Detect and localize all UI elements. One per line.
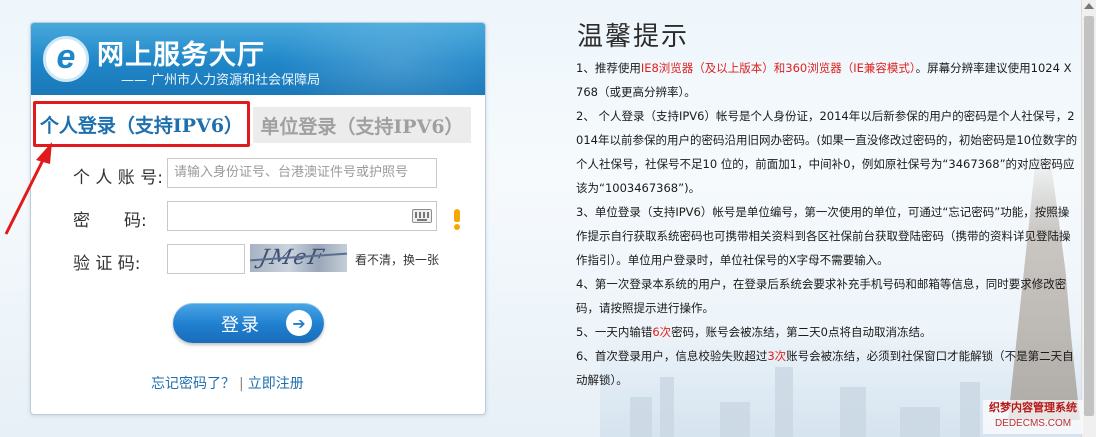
captcha-image[interactable]: JMeF [250, 244, 347, 272]
tips-list: 1、推荐使用IE8浏览器（及以上版本）和360浏览器（IE兼容模式）。屏幕分辨率… [576, 56, 1080, 392]
password-label: 密 码: [73, 211, 147, 231]
login-card: e 网上服务大厅 —— 广州市人力资源和社会保障局 个人登录（支持IPV6） 单… [30, 22, 486, 415]
tips-title: 温馨提示 [577, 22, 690, 52]
tip-item: 3、单位登录（支持IPV6）帐号是单位编号，第一次使用的单位，可通过“忘记密码”… [576, 205, 1071, 267]
watermark-line1: 织梦内容管理系统 [989, 401, 1077, 414]
red-pointer-arrow-icon [4, 142, 52, 235]
arrow-right-icon: ➔ [286, 310, 312, 336]
login-tabs: 个人登录（支持IPV6） 单位登录（支持IPV6） [31, 101, 485, 149]
login-button[interactable]: 登录 ➔ [173, 303, 324, 343]
link-separator: | [239, 376, 244, 392]
password-input[interactable] [167, 201, 437, 231]
bottom-links: 忘记密码了？ | 立即注册 [151, 373, 304, 393]
tip-item: 2、 个人登录（支持IPV6）帐号是个人身份证，2014年以后新参保的用户的密码… [576, 109, 1078, 195]
scroll-up-icon[interactable] [1084, 3, 1094, 9]
building [720, 402, 750, 437]
building [900, 407, 940, 437]
site-banner: e 网上服务大厅 —— 广州市人力资源和社会保障局 [31, 23, 485, 95]
tip-item: 4、第一次登录本系统的用户，在登录后系统会要求补充手机号码和邮箱等信息，同时要求… [576, 277, 1067, 315]
site-title: 网上服务大厅 [97, 40, 265, 71]
keyboard-icon[interactable] [412, 209, 432, 223]
watermark: 织梦内容管理系统 DEDECMS.COM [983, 400, 1083, 434]
tip-item: 6、首次登录用户，信息校验失败超过3次账号会被冻结，必须到社保窗口才能解锁（不是… [576, 349, 1074, 387]
forgot-password-link[interactable]: 忘记密码了？ [151, 376, 235, 392]
login-button-label: 登录 [221, 315, 261, 336]
account-placeholder: 请输入身份证号、台港澳证件号或护照号 [174, 165, 409, 180]
e-logo-icon: e [43, 36, 89, 82]
tip-item: 5、一天内输错6次密码，账号会被冻结，第二天0点将自动取消冻结。 [576, 325, 932, 339]
scrollbar-thumb[interactable] [1084, 16, 1094, 416]
tab-unit-login[interactable]: 单位登录（支持IPV6） [253, 107, 471, 143]
tip-item: 1、推荐使用IE8浏览器（及以上版本）和360浏览器（IE兼容模式）。屏幕分辨率… [576, 61, 1072, 99]
building [630, 397, 652, 437]
account-input[interactable]: 请输入身份证号、台港澳证件号或护照号 [167, 158, 437, 188]
watermark-line2: DEDECMS.COM [994, 418, 1072, 429]
captcha-input[interactable] [167, 244, 245, 274]
tab-personal-login[interactable]: 个人登录（支持IPV6） [33, 101, 250, 147]
warning-icon [454, 209, 460, 230]
register-link[interactable]: 立即注册 [248, 376, 304, 392]
captcha-refresh-link[interactable]: 看不清，换一张 [355, 251, 439, 268]
vertical-scrollbar[interactable] [1081, 0, 1096, 437]
account-label: 个 人 账 号: [73, 168, 163, 188]
captcha-label: 验 证 码: [73, 254, 141, 274]
building [840, 387, 866, 437]
captcha-code: JMeF [257, 245, 328, 269]
site-subtitle: —— 广州市人力资源和社会保障局 [121, 73, 321, 88]
